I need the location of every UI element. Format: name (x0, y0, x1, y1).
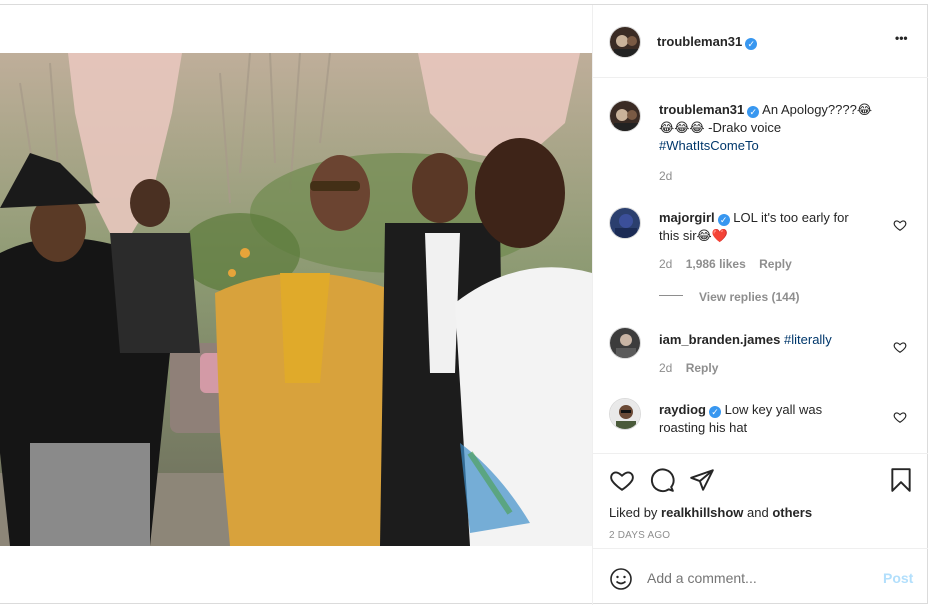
comment-icon[interactable] (649, 467, 675, 493)
caption-line2: 😂😂😂 -Drako voice (659, 120, 782, 135)
emoji-icon[interactable] (609, 567, 633, 591)
reply-button[interactable]: Reply (759, 257, 792, 271)
author-line: troubleman31 ✓ (657, 33, 758, 51)
comment-text: iam_branden.james #literally (659, 331, 879, 349)
liked-by-others[interactable]: others (772, 505, 812, 520)
caption-username[interactable]: troubleman31 (659, 102, 744, 117)
like-heart-icon[interactable] (609, 467, 635, 493)
comment-body-b: roasting his hat (659, 420, 748, 435)
author-username[interactable]: troubleman31 (657, 34, 742, 49)
post-date[interactable]: 2 DAYS AGO (609, 530, 670, 541)
photo-illustration (0, 53, 592, 546)
liked-by-user[interactable]: realkhillshow (661, 505, 743, 520)
verified-icon: ✓ (717, 214, 730, 226)
heart-icon[interactable] (893, 410, 907, 424)
post-photo[interactable] (0, 53, 592, 546)
caption-time: 2d (659, 169, 673, 183)
comment-meta: 2d Reply (659, 361, 718, 375)
comment-time: 2d (659, 361, 673, 375)
comment-body-a: Low key yall was (724, 402, 823, 417)
comment-text: majorgirl ✓ LOL it's too early for this s… (659, 209, 879, 245)
post-button[interactable]: Post (883, 570, 913, 586)
reply-button[interactable]: Reply (686, 361, 719, 375)
comment-username[interactable]: raydiog (659, 402, 706, 417)
liked-by-and: and (743, 505, 773, 520)
comment-meta: 2d 1,986 likes Reply (659, 257, 792, 271)
comment-body-b: this sir😂❤️ (659, 228, 728, 243)
liked-by-text: Liked by realkhillshow and others (609, 504, 812, 522)
post-actions: Liked by realkhillshow and others 2 DAYS… (593, 453, 928, 548)
comment-body-a: LOL it's too early for (733, 210, 849, 225)
verified-icon: ✓ (747, 106, 760, 118)
comment-hashtag[interactable]: #literally (784, 332, 832, 347)
caption-text: troubleman31 ✓ An Apology????😂 😂😂😂 -Drako… (659, 101, 909, 155)
view-replies-button[interactable]: View replies (144) (699, 290, 800, 304)
comment-text: raydiog ✓ Low key yall was roasting his h… (659, 401, 879, 437)
more-icon[interactable]: ••• (895, 31, 908, 45)
comment-username[interactable]: iam_branden.james (659, 332, 780, 347)
heart-icon[interactable] (893, 340, 907, 354)
heart-icon[interactable] (893, 218, 907, 232)
add-comment-bar: Post (593, 548, 928, 605)
view-replies-line (659, 295, 683, 296)
add-comment-input[interactable] (647, 568, 867, 588)
commenter-avatar[interactable] (609, 398, 641, 430)
comment-username[interactable]: majorgirl (659, 210, 715, 225)
comment-time: 2d (659, 257, 673, 271)
caption-avatar[interactable] (609, 100, 641, 132)
bookmark-icon[interactable] (889, 467, 913, 493)
commenter-avatar[interactable] (609, 327, 641, 359)
author-avatar[interactable] (609, 26, 641, 58)
share-icon[interactable] (689, 467, 715, 493)
post-side-panel: troubleman31 ✓ ••• troubleman31 ✓ An Apolo… (592, 5, 928, 605)
caption-hashtag[interactable]: #WhatItsComeTo (659, 138, 759, 153)
liked-by-prefix: Liked by (609, 505, 662, 520)
caption-line1: An Apology????😂 (762, 102, 873, 117)
post-frame: troubleman31 ✓ ••• troubleman31 ✓ An Apolo… (0, 4, 928, 605)
verified-icon: ✓ (708, 406, 721, 418)
post-header: troubleman31 ✓ ••• (593, 5, 928, 78)
verified-icon: ✓ (745, 38, 758, 50)
commenter-avatar[interactable] (609, 207, 641, 239)
comment-likes[interactable]: 1,986 likes (686, 257, 746, 271)
